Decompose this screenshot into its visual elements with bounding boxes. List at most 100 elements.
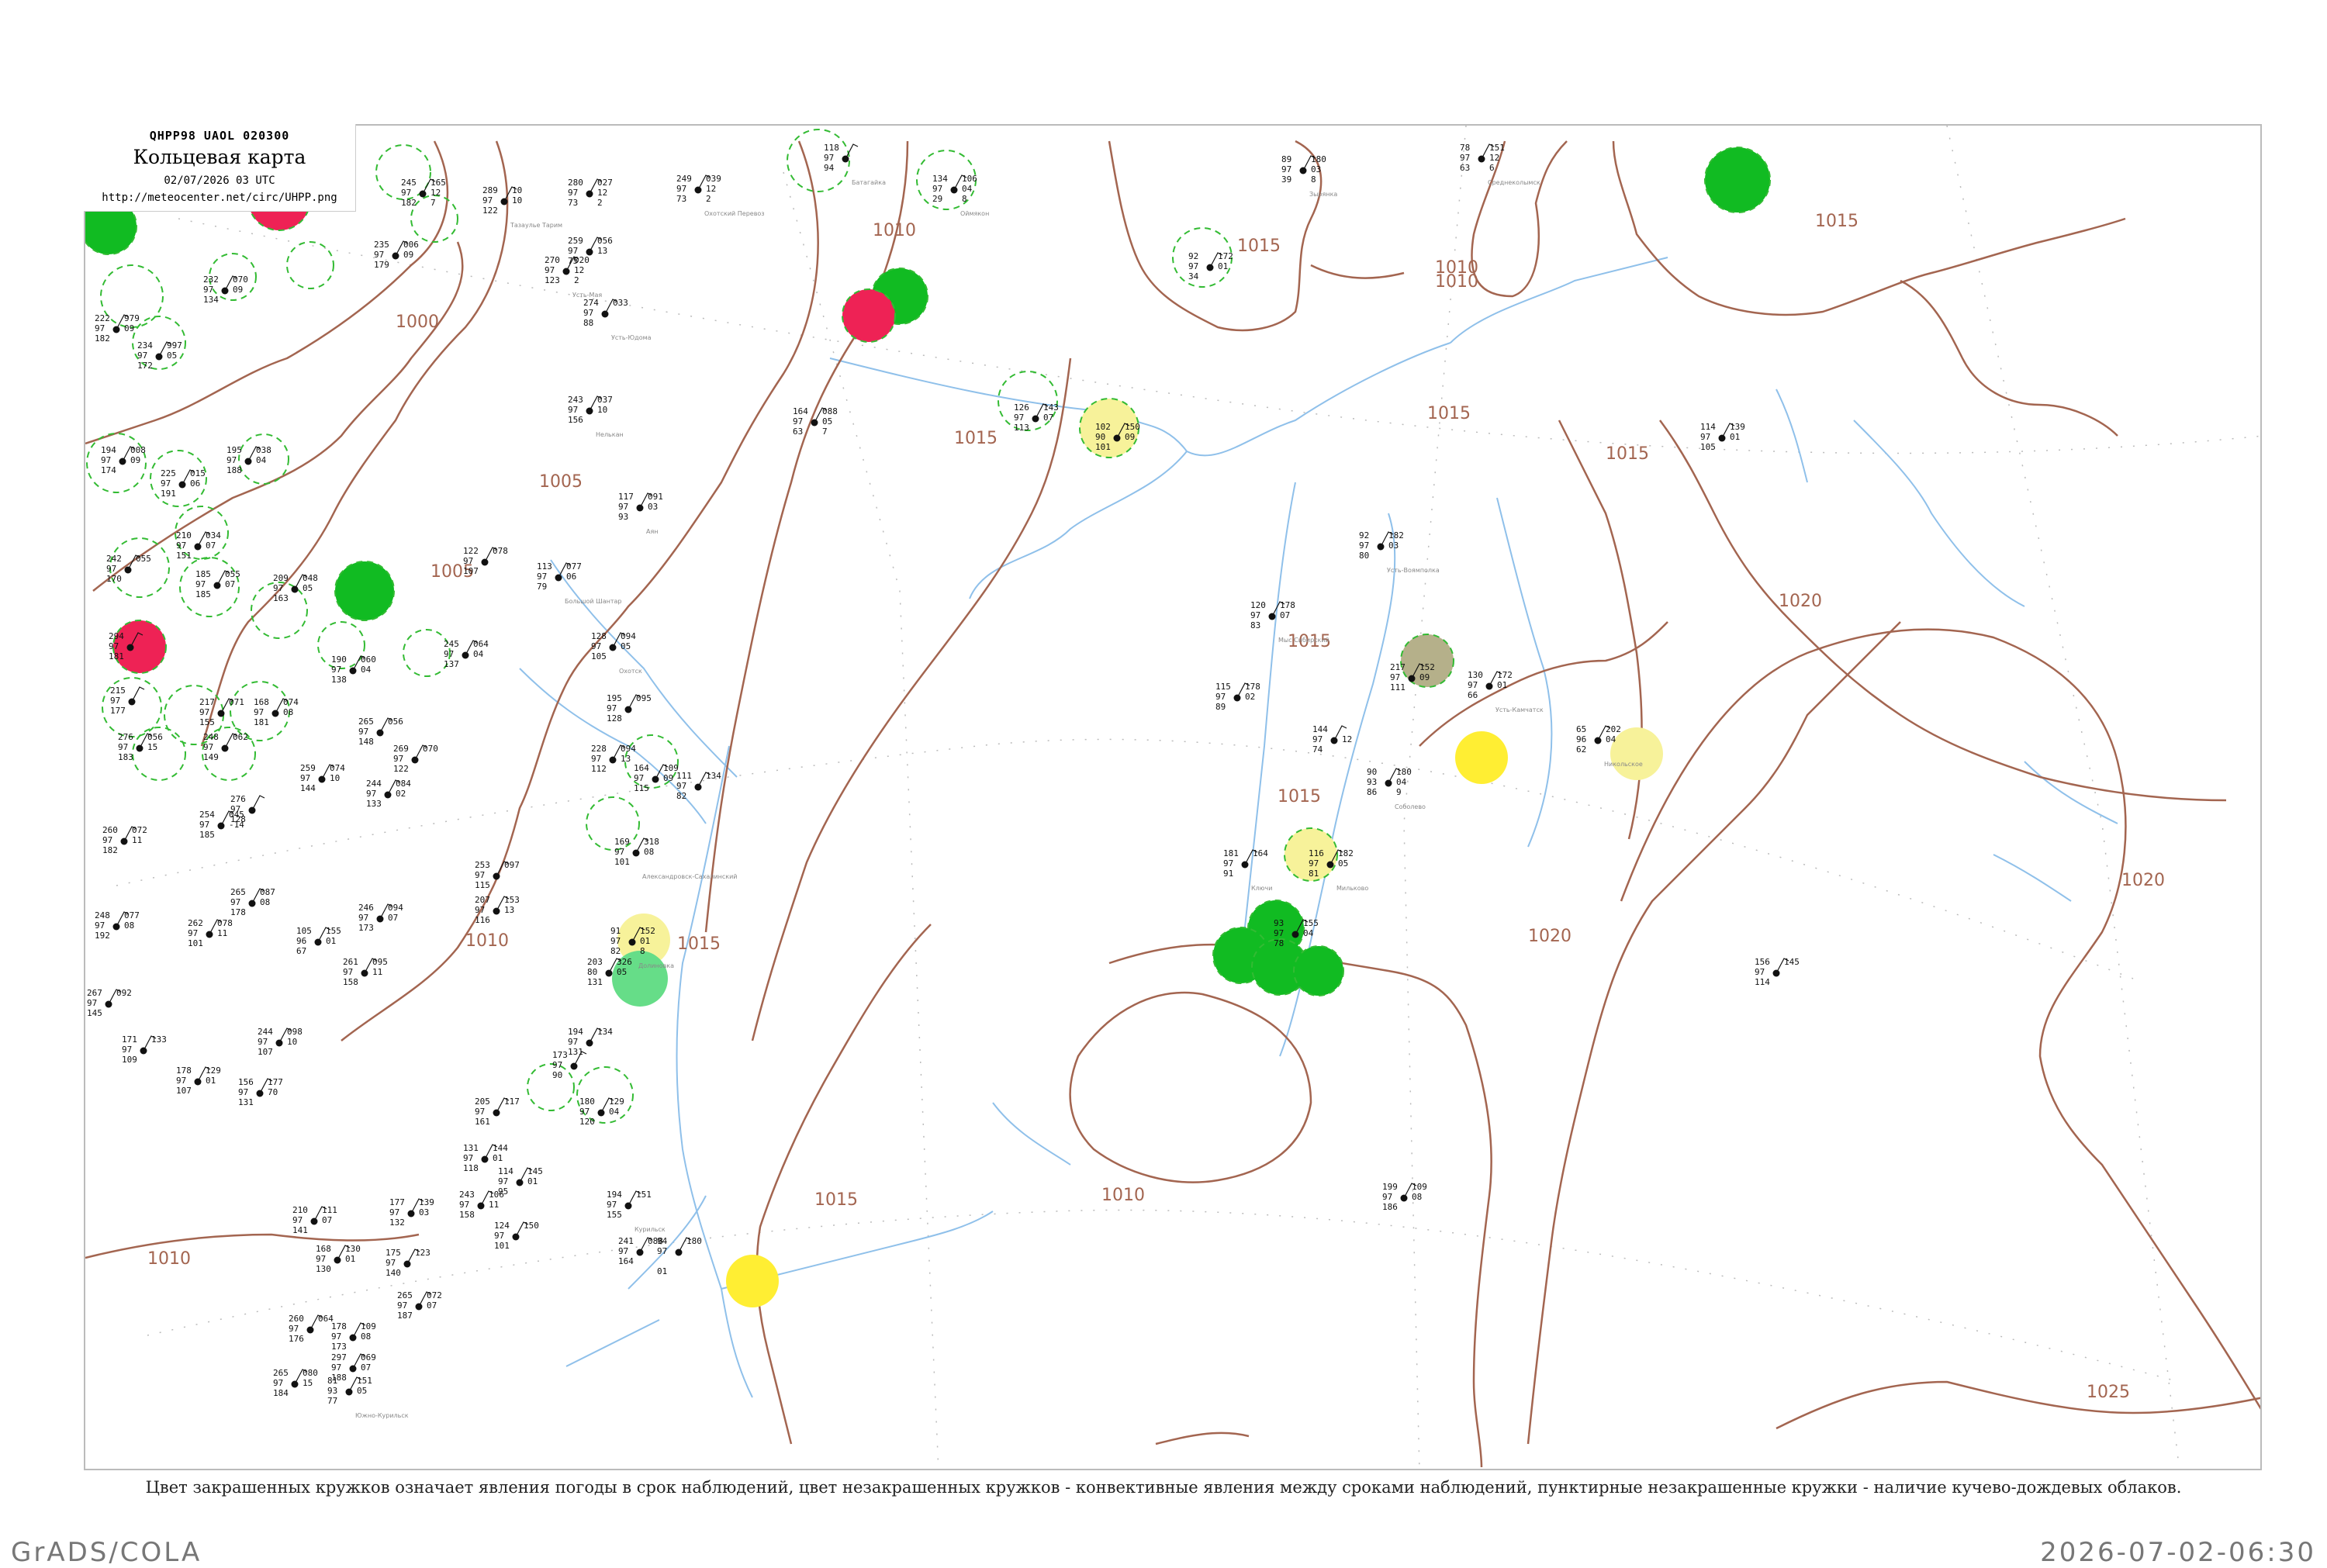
station-plot[interactable]: 22897112 09413 (591, 744, 636, 774)
station-plot[interactable]: 2809773 027122 (568, 178, 613, 208)
station-plot[interactable]: 26097176064 (289, 1314, 334, 1344)
station-plot[interactable]: 19597128 095 (607, 693, 652, 724)
station-plot[interactable]: 2749788 033 Усть-Юдома (583, 298, 652, 341)
station-plot[interactable]: 24397156 03710 Нелькан (568, 395, 624, 438)
station-plot[interactable]: 26297101 07811 (188, 918, 233, 948)
station-plot[interactable]: 1449774 12 (1312, 724, 1352, 755)
station-value: 164 (618, 1256, 634, 1266)
station-plot[interactable]: 2599775 05613 (568, 236, 613, 266)
station-value: 101 (1095, 442, 1111, 452)
station-plot[interactable]: 2499773 039122 Охотский Перевоз (676, 174, 765, 217)
station-plot[interactable]: 21597177 (110, 686, 145, 716)
station-value: 128 (607, 713, 622, 724)
station-plot[interactable]: 17597140 123 (386, 1248, 430, 1278)
station-plot[interactable]: 23297134 07009 (203, 275, 248, 305)
station-plot[interactable]: 24697173 09407 (358, 903, 403, 933)
station-plot[interactable]: 26597178 08708 (230, 887, 275, 917)
station-plot[interactable]: 27697183 05615 (118, 732, 163, 762)
station-plot[interactable]: 1309766 17201 Усть-Камчатск (1468, 670, 1544, 713)
station-value: 97 (552, 1060, 562, 1070)
station-plot[interactable]: 26597148 056 (358, 717, 403, 747)
station-value: 112 (591, 764, 607, 774)
isobar-label: 1025 (2087, 1383, 2130, 1402)
station-plot[interactable]: 1209783 17807 Мыс Сибирский (1250, 600, 1329, 644)
station-plot[interactable]: 21097141 11107 (292, 1205, 337, 1235)
station-plot[interactable]: 24497133 08402 (366, 779, 411, 809)
station-plot[interactable]: 789763 151126 Среднеколымск (1460, 143, 1540, 186)
station-plot[interactable]: 1649711510909 (634, 763, 679, 793)
station-plot[interactable]: 9497 01 180 (657, 1236, 702, 1276)
station-plot[interactable]: 1149795 14501 (498, 1166, 543, 1197)
station-plot[interactable]: 21097151 03407 (176, 530, 221, 561)
source-url-link[interactable]: http://meteocenter.net/circ/UHPP.png (84, 192, 355, 204)
station-value: 267 (87, 988, 102, 998)
station-value: 97 (331, 1363, 341, 1373)
station-plot[interactable]: 17897107 12901 (176, 1065, 221, 1096)
station-plot[interactable]: 18597185 05507 (195, 569, 240, 599)
station-plot[interactable]: 15697114 145 (1755, 957, 1800, 987)
station-plot[interactable]: 19597188 03804 (226, 445, 271, 475)
station-value: 158 (343, 977, 358, 987)
station-plot[interactable]: 21797155 071 (199, 697, 244, 727)
station-plot[interactable]: 24497107 09810 (258, 1027, 303, 1057)
station-plot[interactable]: 19497174 00809 (101, 445, 146, 475)
station-plot[interactable]: 1139779 07706 Большой Шантар (537, 561, 622, 605)
station-plot[interactable]: 26997122 070 (393, 744, 438, 774)
station-plot[interactable]: 1819791 164 Ключи (1223, 848, 1272, 892)
station-plot[interactable]: 1059667 15501 (296, 926, 341, 956)
station-plot[interactable]: 20597161 117 (475, 1097, 520, 1127)
station-plot[interactable]: 20997163 04805 (273, 573, 318, 603)
station-plot[interactable]: 26197158 09511 (343, 957, 388, 987)
station-value: 171 (122, 1034, 137, 1045)
station-plot[interactable]: 1349729 106048 Оймякон (932, 174, 989, 217)
station-plot[interactable]: 24897149 062 (203, 732, 248, 762)
station-plot[interactable]: 19497155 151 Курильск (607, 1190, 666, 1233)
station-value: 113 (1014, 423, 1029, 433)
station-plot[interactable]: 11497105 13901 (1700, 422, 1745, 452)
station-plot[interactable]: 20797116 15313 (475, 895, 520, 925)
station-value: 81 (1309, 869, 1319, 879)
station-plot[interactable]: 909386 180049 Соболево (1367, 767, 1426, 810)
station-plot[interactable]: 24297170 055 (106, 554, 151, 584)
station-plot[interactable]: 929734 17201 (1188, 251, 1233, 281)
station-plot[interactable]: 24897192 07708 (95, 910, 140, 941)
station-plot[interactable]: 25397115 097 (475, 860, 520, 890)
station-plot[interactable]: 12497101 150 (494, 1221, 539, 1251)
station-plot[interactable]: 1189794 Батагайка (824, 143, 886, 186)
station-plot[interactable]: 1119782 134 (676, 771, 721, 801)
station-plot[interactable]: 1169781 18205 Мильково (1309, 848, 1368, 892)
station-plot[interactable]: 16897181 07408 (254, 697, 299, 727)
station-plot[interactable]: 25497185 045-14 (199, 810, 244, 840)
station-plot[interactable]: 24597137 06404 (444, 639, 489, 669)
station-plot[interactable]: 22297182 97909 (95, 313, 140, 344)
station-plot[interactable]: 26597187 07207 (397, 1290, 442, 1321)
station-plot[interactable]: 12697113 14307 (1014, 402, 1059, 433)
station-plot[interactable]: 1689713013001 (316, 1244, 361, 1274)
station-plot[interactable]: 16997101 31808 Александровск-Сахалинский (614, 837, 738, 880)
station-plot[interactable]: 1159789 17802 (1215, 682, 1260, 712)
station-value: 08 (644, 847, 654, 857)
station-value: 244 (366, 779, 382, 789)
station-plot[interactable]: 1179793 09103 Аян (618, 492, 663, 535)
station-plot[interactable]: 26597184 08015 (273, 1368, 318, 1398)
station-plot[interactable]: 19497131 134 (568, 1027, 613, 1057)
station-value: 11 (372, 967, 382, 977)
station-plot[interactable]: 17897173 10908 (331, 1321, 376, 1352)
station-plot[interactable]: 26097182 07211 (102, 825, 147, 855)
station-plot[interactable]: 12897105 09405 Охотск (591, 631, 642, 675)
station-plot[interactable]: 26797145 092 (87, 988, 132, 1018)
station-plot[interactable]: 899739 180038 Зырянка (1281, 154, 1337, 198)
station-plot[interactable]: 25997144 07410 (300, 763, 345, 793)
station-plot[interactable]: 28997122 1010 Тазаулье Тарим (482, 185, 562, 229)
station-plot[interactable]: 24597182 165127 (401, 178, 446, 208)
station-value: 97 (463, 556, 473, 566)
station-plot[interactable]: 12297107 078 (463, 546, 508, 576)
station-plot[interactable]: 17797132 13903 (389, 1197, 434, 1228)
station-plot[interactable]: 23497172 99705 (137, 340, 182, 371)
station-plot[interactable]: 22597191 01506 (161, 468, 206, 499)
station-plot[interactable]: 929780 18203 Усть-Воямполка (1359, 530, 1440, 574)
station-plot[interactable]: 17197109 133 (122, 1034, 167, 1065)
station-plot[interactable]: 19097138 06004 (331, 654, 376, 685)
station-plot[interactable]: 19997186 10908 (1382, 1182, 1427, 1212)
station-plot[interactable]: 15697131 17770 (238, 1077, 283, 1107)
